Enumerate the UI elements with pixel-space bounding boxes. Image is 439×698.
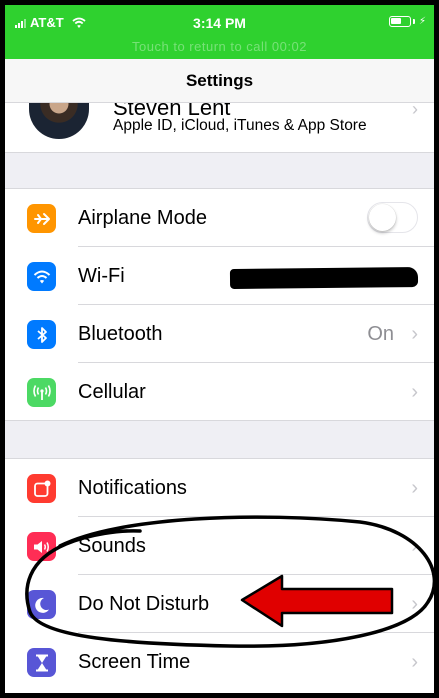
redaction-mark (229, 267, 419, 289)
nav-bar: Settings (5, 59, 434, 103)
battery-nub (412, 19, 415, 24)
settings-row-cellular[interactable]: Cellular › (5, 363, 434, 421)
chevron-right-icon: › (412, 103, 418, 119)
battery-icon (388, 16, 411, 27)
settings-row-label: Airplane Mode (78, 207, 207, 229)
chevron-right-icon: › (411, 593, 418, 615)
apple-id-row[interactable]: Steven Lent Apple ID, iCloud, iTunes & A… (5, 103, 434, 153)
speaker-icon (27, 532, 56, 561)
call-return-banner[interactable]: Touch to return to call 00:02 (5, 39, 434, 54)
avatar (29, 103, 89, 139)
settings-row-airplane-mode[interactable]: Airplane Mode (5, 189, 434, 247)
chevron-right-icon: › (411, 323, 418, 345)
settings-row-label: Bluetooth (78, 323, 163, 345)
toggle-knob (369, 204, 396, 231)
alerts-group: Notifications › Sounds › Do Not Disturb … (5, 458, 434, 693)
chevron-right-icon: › (411, 651, 418, 673)
cellular-icon (27, 378, 56, 407)
settings-row-do-not-disturb[interactable]: Do Not Disturb › (5, 575, 434, 633)
bluetooth-status: On (367, 323, 394, 345)
chevron-right-icon: › (411, 477, 418, 499)
status-row: AT&T 3:14 PM ⚡ (5, 15, 434, 33)
page-title: Settings (185, 71, 254, 90)
charging-bolt-icon: ⚡ (418, 16, 426, 27)
battery-group: ⚡ (388, 16, 426, 27)
settings-row-label: Cellular (78, 381, 146, 403)
settings-row-notifications[interactable]: Notifications › (5, 459, 434, 517)
moon-icon (27, 590, 56, 619)
airplane-mode-toggle[interactable] (367, 202, 418, 233)
hourglass-icon (27, 648, 56, 677)
connectivity-group: Airplane Mode Wi-Fi Bluetooth On › Cellu… (5, 188, 434, 421)
settings-row-screen-time[interactable]: Screen Time › (5, 633, 434, 691)
chevron-right-icon: › (411, 381, 418, 403)
chevron-right-icon: › (411, 535, 418, 557)
bluetooth-icon (27, 320, 56, 349)
phone-screen: AT&T 3:14 PM ⚡ Touch to return to call 0… (0, 0, 439, 698)
wifi-icon (27, 262, 56, 291)
profile-subtitle: Apple ID, iCloud, iTunes & App Store (113, 117, 367, 134)
settings-row-wifi[interactable]: Wi-Fi (5, 247, 434, 305)
status-bar[interactable]: AT&T 3:14 PM ⚡ Touch to return to call 0… (5, 5, 434, 59)
settings-row-label: Screen Time (78, 651, 191, 673)
settings-row-sounds[interactable]: Sounds › (5, 517, 434, 575)
notifications-icon (27, 474, 56, 503)
airplane-icon (27, 204, 56, 233)
settings-row-label: Do Not Disturb (78, 593, 210, 615)
settings-row-label: Notifications (78, 477, 187, 499)
settings-list[interactable]: Steven Lent Apple ID, iCloud, iTunes & A… (5, 103, 434, 693)
settings-row-label: Wi-Fi (78, 265, 125, 287)
settings-row-bluetooth[interactable]: Bluetooth On › (5, 305, 434, 363)
settings-row-label: Sounds (78, 535, 146, 557)
status-time: 3:14 PM (193, 15, 246, 31)
